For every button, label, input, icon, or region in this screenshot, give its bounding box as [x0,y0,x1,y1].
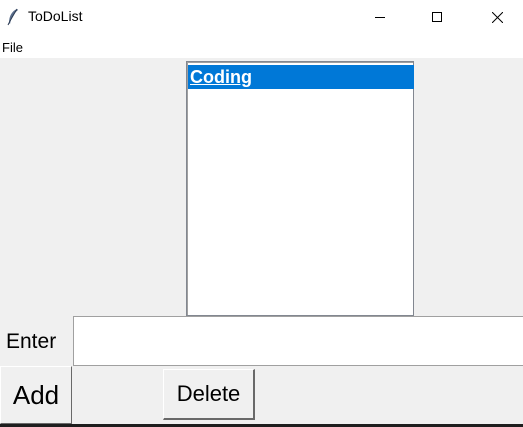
close-button[interactable] [474,0,520,34]
minimize-icon [375,12,385,22]
menu-bar: File [0,34,523,58]
list-item-label: Coding [190,67,252,87]
maximize-button[interactable] [414,0,460,34]
maximize-icon [432,12,442,22]
task-entry-input[interactable] [73,316,523,366]
title-bar[interactable]: ToDoList [0,0,523,34]
delete-button[interactable]: Delete [163,369,255,420]
close-icon [491,11,503,23]
menu-file[interactable]: File [2,40,23,55]
enter-label: Enter [6,330,57,353]
list-item[interactable]: Coding [188,65,414,89]
app-window: ToDoList File Coding Enter Add Delete [0,0,523,427]
feather-icon [7,8,19,26]
window-title: ToDoList [28,8,83,24]
todo-listbox[interactable]: Coding [186,61,414,316]
add-button[interactable]: Add [0,366,72,424]
minimize-button[interactable] [357,0,403,34]
